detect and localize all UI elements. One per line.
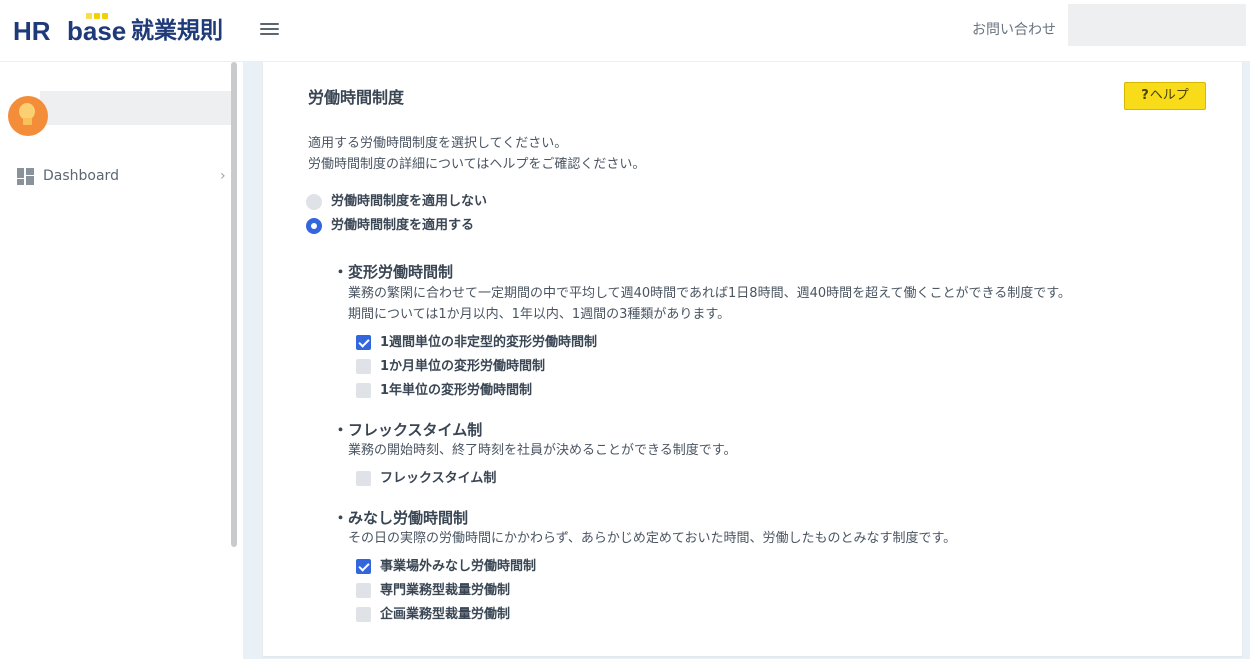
sidebar: Dashboard › [0, 62, 243, 659]
checkbox[interactable] [356, 359, 371, 374]
chevron-right-icon: › [220, 168, 226, 184]
logo-base-text: base [67, 16, 127, 46]
checkbox-label: 事業場外みなし労働時間制 [380, 559, 537, 574]
checkbox-label: フレックスタイム制 [380, 471, 497, 486]
intro-text-1: 適用する労働時間制度を選択してください。 [308, 136, 568, 151]
checkbox[interactable] [356, 607, 371, 622]
intro-text-2: 労働時間制度の詳細についてはヘルプをご確認ください。 [308, 157, 646, 172]
logo-rules-text: 就業規則 [131, 18, 223, 44]
help-button-label: ヘルプ [1149, 88, 1189, 103]
checkbox[interactable] [356, 383, 371, 398]
contact-link[interactable]: お問い合わせ [972, 20, 1056, 40]
checkbox-checked[interactable] [356, 335, 371, 350]
hamburger-icon[interactable] [260, 21, 280, 37]
checkbox-checked[interactable] [356, 559, 371, 574]
checkbox-label: 1週間単位の非定型的変形労働時間制 [380, 335, 598, 350]
help-button[interactable]: ?ヘルプ [1124, 82, 1206, 110]
checkbox[interactable] [356, 583, 371, 598]
sidebar-item-label: Dashboard [43, 168, 119, 184]
dashboard-grid-icon [17, 168, 34, 185]
radio-label: 労働時間制度を適用する [331, 218, 475, 233]
section-desc: 業務の繁閑に合わせて一定期間の中で平均して週40時間であれば1日8時間、週40時… [348, 286, 1071, 301]
logo-dots-icon [86, 13, 108, 19]
radio-label: 労働時間制度を適用しない [331, 194, 488, 209]
checkbox-label: 企画業務型裁量労働制 [380, 607, 511, 622]
user-name-placeholder [40, 91, 236, 125]
top-header: HR base 就業規則 お問い合わせ [0, 0, 1250, 62]
section-desc: 業務の開始時刻、終了時刻を社員が決めることができる制度です。 [348, 443, 737, 458]
checkbox-label: 1か月単位の変形労働時間制 [380, 359, 546, 374]
checkbox-label: 1年単位の変形労働時間制 [380, 383, 533, 398]
checkbox-label: 専門業務型裁量労働制 [380, 583, 511, 598]
section-desc: 期間については1か月以内、1年以内、1週間の3種類があります。 [348, 307, 731, 322]
checkbox[interactable] [356, 471, 371, 486]
section-desc: その日の実際の労働時間にかかわらず、あらかじめ定めておいた時間、労働したものとみ… [348, 531, 957, 546]
sidebar-item-dashboard[interactable]: Dashboard › [0, 162, 232, 190]
user-menu[interactable] [1068, 4, 1246, 46]
radio-button-selected[interactable] [306, 218, 322, 234]
avatar[interactable] [8, 96, 48, 136]
question-icon: ? [1141, 88, 1149, 103]
section-title-deemed: ・みなし労働時間制 [333, 509, 469, 527]
section-title-flex: ・フレックスタイム制 [333, 421, 483, 439]
logo-hr-text: HR [13, 16, 51, 46]
working-hours-card: 労働時間制度 ?ヘルプ 適用する労働時間制度を選択してください。 労働時間制度の… [263, 62, 1242, 656]
page-title: 労働時間制度 [308, 88, 405, 107]
sidebar-scrollbar[interactable] [231, 62, 237, 547]
section-title-variable: ・変形労働時間制 [333, 263, 454, 281]
radio-button[interactable] [306, 194, 322, 210]
